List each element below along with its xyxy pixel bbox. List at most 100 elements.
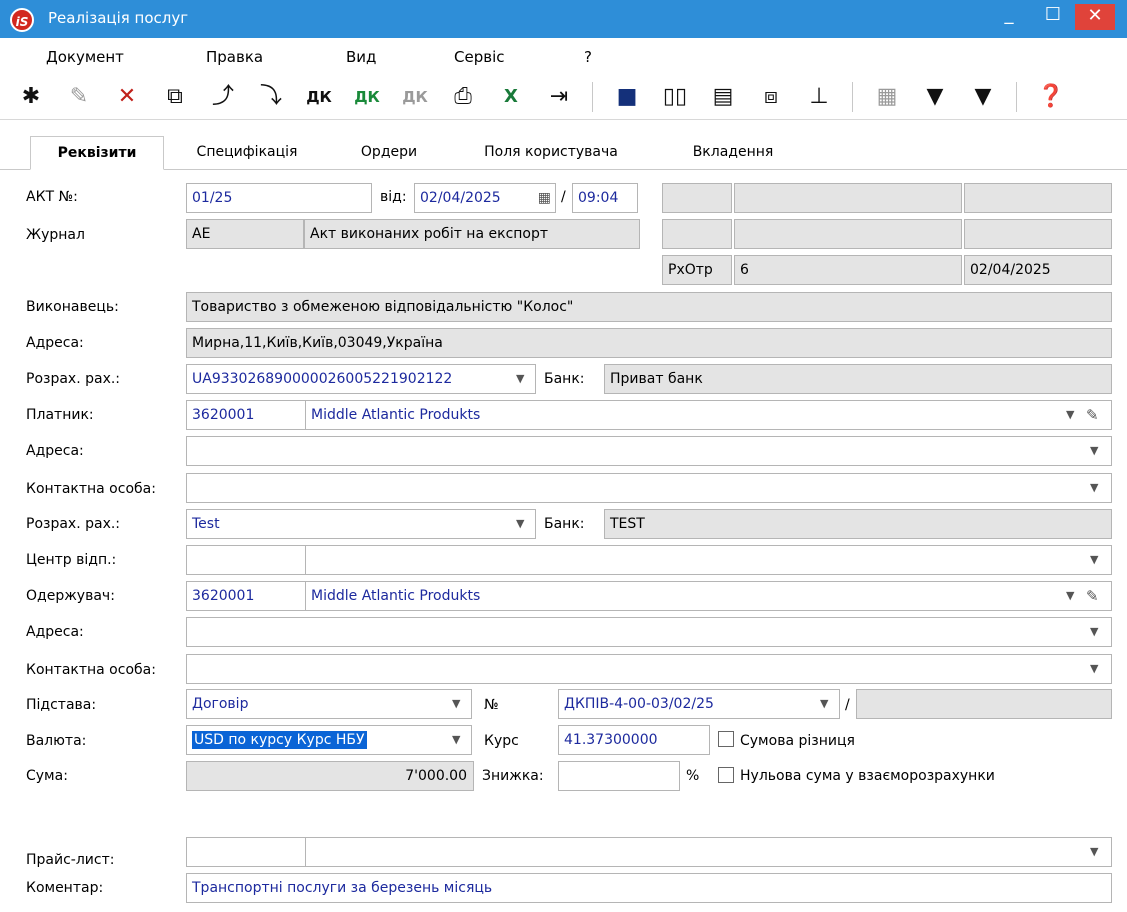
clear-filter-icon[interactable]: ▼ — [968, 82, 998, 112]
chevron-down-icon[interactable]: ▼ — [516, 509, 524, 539]
close-icon[interactable]: ✕ — [1075, 4, 1115, 30]
excel-icon[interactable]: X — [496, 82, 526, 112]
chevron-down-icon[interactable]: ▼ — [452, 689, 460, 719]
menu-document[interactable]: Документ — [46, 48, 124, 66]
save-icon[interactable]: ■ — [612, 82, 642, 112]
pencil-icon[interactable]: ✎ — [1086, 581, 1099, 611]
info-cell — [964, 219, 1112, 249]
chevron-down-icon[interactable]: ▼ — [516, 364, 524, 394]
center-name-select[interactable] — [305, 545, 1112, 575]
copy-doc-icon[interactable]: ⧉ — [160, 82, 190, 112]
akt-label: АКТ №: — [26, 189, 78, 205]
payer-name-select[interactable]: Middle Atlantic Produkts — [305, 400, 1112, 430]
info-cell — [734, 183, 962, 213]
receiver-code-field[interactable]: 3620001 — [186, 581, 306, 611]
payer-label: Платник: — [26, 407, 94, 423]
menu-help[interactable]: ? — [584, 48, 592, 66]
payer-code-field[interactable]: 3620001 — [186, 400, 306, 430]
filter-icon[interactable]: ▼ — [920, 82, 950, 112]
chevron-down-icon[interactable]: ▼ — [1066, 581, 1074, 611]
contract-number-select[interactable]: ДКПІВ-4-00-03/02/25 — [558, 689, 840, 719]
chevron-down-icon[interactable]: ▼ — [820, 689, 828, 719]
rate-label: Курс — [484, 733, 519, 749]
chevron-down-icon[interactable]: ▼ — [1090, 617, 1098, 647]
payer-contact-select[interactable] — [186, 473, 1112, 503]
link-icon[interactable]: ⧈ — [756, 82, 786, 112]
chevron-down-icon[interactable]: ▼ — [1090, 837, 1098, 867]
maximize-icon[interactable]: ☐ — [1031, 0, 1075, 32]
delete-doc-icon[interactable]: ✕ — [112, 82, 142, 112]
journal-label: Журнал — [26, 227, 85, 243]
from-label: від: — [380, 189, 407, 205]
chevron-down-icon[interactable]: ▼ — [452, 725, 460, 755]
import-doc-icon[interactable]: ⤴ — [208, 82, 238, 112]
app-logo-icon: iS — [10, 8, 34, 32]
minimize-icon[interactable]: _ — [987, 0, 1031, 32]
sum-label: Сума: — [26, 768, 68, 784]
dk-green-icon[interactable]: ДК — [352, 82, 382, 112]
pencil-icon[interactable]: ✎ — [1086, 400, 1099, 430]
info-cell — [662, 219, 732, 249]
chevron-down-icon[interactable]: ▼ — [1090, 473, 1098, 503]
akt-number-field[interactable]: 01/25 — [186, 183, 372, 213]
tree-icon[interactable]: ⊥ — [804, 82, 834, 112]
export-doc-icon[interactable]: ⤵ — [256, 82, 286, 112]
sum-difference-checkbox[interactable] — [718, 731, 734, 747]
currency-select[interactable]: USD по курсу Курс НБУ — [186, 725, 472, 755]
chevron-down-icon[interactable]: ▼ — [1090, 545, 1098, 575]
calendar-icon[interactable]: ▦ — [538, 184, 551, 212]
dk-icon[interactable]: ДК — [304, 82, 334, 112]
folder-icon[interactable]: ▤ — [708, 82, 738, 112]
time-separator: / — [561, 189, 566, 205]
edit-doc-icon[interactable]: ✎ — [64, 82, 94, 112]
menu-edit[interactable]: Правка — [206, 48, 263, 66]
executor-account-select[interactable]: UA933026890000026005221902122 — [186, 364, 536, 394]
tab-specification[interactable]: Специфікація — [172, 136, 322, 170]
pricelist-code-field[interactable] — [186, 837, 306, 867]
tab-orders[interactable]: Ордери — [334, 136, 444, 170]
chevron-down-icon[interactable]: ▼ — [1066, 400, 1074, 430]
chevron-down-icon[interactable]: ▼ — [1090, 654, 1098, 684]
payer-account-value: Test — [192, 516, 220, 532]
menu-service[interactable]: Сервіс — [454, 48, 504, 66]
tab-attachments[interactable]: Вкладення — [660, 136, 806, 170]
discount-field[interactable] — [558, 761, 680, 791]
basis-select[interactable]: Договір — [186, 689, 472, 719]
executor-bank-label: Банк: — [544, 371, 585, 387]
receiver-contact-label: Контактна особа: — [26, 662, 156, 678]
rxotr-label: РхОтр — [662, 255, 732, 285]
rate-field[interactable]: 41.37300000 — [558, 725, 710, 755]
new-doc-icon[interactable]: ✱ — [16, 82, 46, 112]
payer-address-label: Адреса: — [26, 443, 84, 459]
book-icon[interactable]: ▯▯ — [660, 82, 690, 112]
date-field[interactable]: 02/04/2025 ▦ — [414, 183, 556, 213]
comment-field[interactable]: Транспортні послуги за березень місяць — [186, 873, 1112, 903]
executor-account-label: Розрах. рах.: — [26, 371, 121, 387]
grid-icon[interactable]: ▦ — [872, 82, 902, 112]
toolbar-separator — [592, 82, 593, 112]
receiver-address-select[interactable] — [186, 617, 1112, 647]
payer-bank-label: Банк: — [544, 516, 585, 532]
payer-account-select[interactable]: Test — [186, 509, 536, 539]
print-icon[interactable]: ⎙ — [448, 82, 478, 112]
help-icon[interactable]: ❓ — [1036, 82, 1066, 112]
exit-icon[interactable]: ⇥ — [544, 82, 574, 112]
time-field[interactable]: 09:04 — [572, 183, 638, 213]
pricelist-name-select[interactable] — [305, 837, 1112, 867]
zero-sum-checkbox[interactable] — [718, 767, 734, 783]
payer-address-select[interactable] — [186, 436, 1112, 466]
basis-value: Договір — [192, 696, 249, 712]
tab-requisites[interactable]: Реквізити — [30, 136, 164, 170]
receiver-contact-select[interactable] — [186, 654, 1112, 684]
executor-label: Виконавець: — [26, 299, 119, 315]
menu-view[interactable]: Вид — [346, 48, 376, 66]
dk-disabled-icon[interactable]: ДК — [400, 82, 430, 112]
chevron-down-icon[interactable]: ▼ — [1090, 436, 1098, 466]
center-code-field[interactable] — [186, 545, 306, 575]
info-cell — [734, 219, 962, 249]
center-label: Центр відп.: — [26, 552, 117, 568]
payer-contact-label: Контактна особа: — [26, 481, 156, 497]
percent-label: % — [686, 768, 700, 784]
tab-user-fields[interactable]: Поля користувача — [456, 136, 646, 170]
receiver-name-select[interactable]: Middle Atlantic Produkts — [305, 581, 1112, 611]
